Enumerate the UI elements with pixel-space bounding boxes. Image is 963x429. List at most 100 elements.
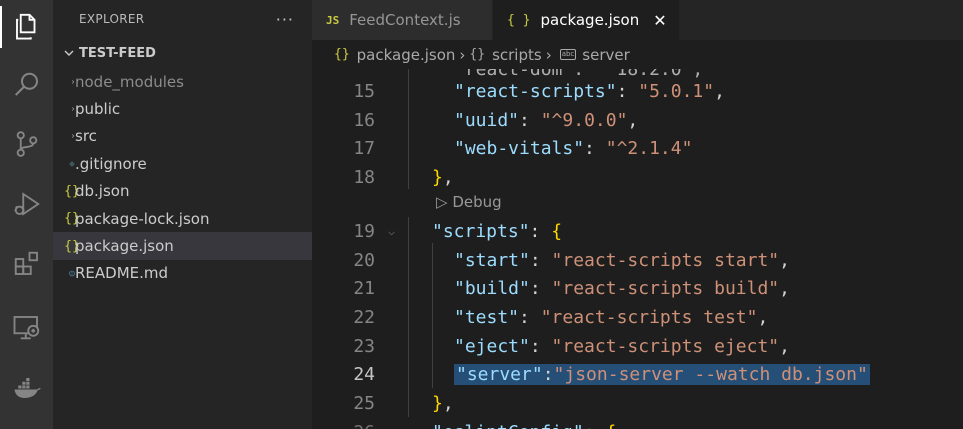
tree-folder-node-modules[interactable]: node_modules	[53, 68, 312, 95]
tree-item-label: package.json	[75, 237, 174, 256]
tree-folder-public[interactable]: public	[53, 95, 312, 122]
json-value: "5.0.1"	[638, 80, 715, 102]
tab-label: package.json	[540, 11, 640, 29]
json-file-icon: { }	[507, 12, 531, 28]
line-number: 16	[353, 109, 375, 131]
line-number: 22	[353, 306, 375, 328]
selected-text: "server":"json-server --watch db.json"	[454, 364, 870, 386]
workspace-root-label: TEST-FEED	[79, 45, 156, 61]
run-debug-icon[interactable]	[0, 180, 53, 228]
json-value: "^9.0.0"	[540, 109, 628, 131]
tree-file-package-lock-json[interactable]: {} package-lock.json	[53, 205, 312, 232]
tree-item-label: db.json	[75, 182, 130, 201]
json-value: "react-scripts start"	[551, 249, 780, 271]
chevron-down-icon	[59, 47, 79, 59]
tree-file-package-json[interactable]: {} package.json	[53, 232, 312, 260]
code-line-18: 18 },	[312, 163, 963, 192]
json-file-icon: {}	[64, 211, 80, 227]
code-line-16: 16 "uuid": "^9.0.0",	[312, 106, 963, 135]
code-line-25: 25 },	[312, 389, 963, 418]
breadcrumb-key[interactable]: server	[582, 46, 629, 64]
codelens-debug[interactable]: ▷ Debug	[312, 189, 963, 215]
code-line-24: 24 "server":"json-server --watch db.json…	[312, 361, 963, 390]
info-icon	[53, 267, 75, 280]
json-value: "react-scripts build"	[551, 278, 780, 300]
json-key: "eject"	[454, 335, 530, 357]
breadcrumb-file[interactable]: package.json	[357, 46, 456, 64]
codelens-label: Debug	[452, 193, 502, 211]
docker-icon[interactable]	[0, 364, 53, 412]
remote-explorer-icon[interactable]	[0, 303, 53, 351]
activity-bar	[0, 0, 53, 429]
search-icon[interactable]	[0, 61, 53, 109]
tree-file-db-json[interactable]: {} db.json	[53, 178, 312, 205]
json-key: "scripts"	[432, 220, 530, 242]
line-number: 23	[353, 335, 375, 357]
workspace-root-folder[interactable]: TEST-FEED	[53, 38, 312, 68]
breadcrumb-section[interactable]: scripts	[492, 46, 542, 64]
tree-file-readme[interactable]: README.md	[53, 260, 312, 287]
line-number: 17	[353, 138, 375, 160]
code-line-clipped-bottom: 26 "eslintConfig": {	[312, 418, 963, 429]
json-value: "react-scripts eject"	[551, 335, 780, 357]
editor-tab-bar: JS FeedContext.js { } package.json ✕	[312, 0, 963, 40]
chevron-right-icon	[53, 76, 75, 88]
explorer-header: EXPLORER ···	[53, 0, 312, 38]
line-number: 15	[353, 80, 375, 102]
explorer-title: EXPLORER	[79, 12, 145, 26]
code-editor[interactable]: "react-dom": "^18.2.0", 15 "react-script…	[312, 69, 963, 429]
line-number-current: 24	[353, 364, 375, 386]
explorer-icon[interactable]	[0, 2, 53, 50]
code-line-15: 15 "react-scripts": "5.0.1",	[312, 77, 963, 106]
tree-item-label: package-lock.json	[75, 209, 210, 228]
extensions-icon[interactable]	[0, 240, 53, 288]
chevron-right-icon	[53, 103, 75, 115]
code-line-21: 21 "build": "react-scripts build",	[312, 274, 963, 303]
object-icon: {}	[469, 47, 486, 62]
code-line-22: 22 "test": "react-scripts test",	[312, 303, 963, 332]
json-key: "uuid"	[454, 109, 520, 131]
json-key: "server"	[456, 364, 543, 386]
tree-item-label: README.md	[75, 264, 169, 283]
json-key: "start"	[454, 249, 530, 271]
breadcrumb: {} package.json › {} scripts › abc serve…	[312, 40, 963, 69]
json-key: "react-scripts"	[454, 80, 617, 102]
closing-brace: }	[432, 166, 443, 188]
tab-package-json[interactable]: { } package.json ✕	[493, 0, 680, 40]
code-line-19: 19 ⌵ "scripts": {	[312, 217, 963, 246]
opening-brace: {	[551, 220, 563, 242]
javascript-file-icon: JS	[326, 13, 340, 27]
json-value: "^2.1.4"	[605, 138, 693, 160]
json-key: "build"	[454, 278, 530, 300]
tab-label: FeedContext.js	[349, 11, 461, 29]
code-line-17: 17 "web-vitals": "^2.1.4"	[312, 134, 963, 163]
explorer-sidebar: EXPLORER ··· TEST-FEED node_modules publ…	[53, 0, 312, 429]
line-number: 21	[353, 278, 375, 300]
tree-folder-src[interactable]: src	[53, 123, 312, 150]
tree-file-gitignore[interactable]: .gitignore	[53, 150, 312, 177]
tree-item-label: .gitignore	[75, 154, 147, 173]
json-key: "test"	[454, 306, 520, 328]
line-number: 18	[353, 166, 375, 188]
json-file-icon: {}	[64, 183, 80, 199]
play-icon: ▷	[436, 193, 453, 211]
line-number: 19	[353, 220, 375, 242]
chevron-right-icon: ›	[459, 45, 466, 64]
closing-brace: }	[432, 393, 443, 415]
source-control-icon[interactable]	[0, 120, 53, 168]
json-file-icon: {}	[334, 47, 350, 62]
active-indicator	[0, 6, 2, 48]
chevron-right-icon: ›	[545, 45, 552, 64]
line-number: 20	[353, 249, 375, 271]
tree-item-label: node_modules	[75, 72, 184, 91]
string-icon: abc	[559, 49, 577, 60]
chevron-right-icon	[53, 130, 75, 142]
tab-feedcontext-js[interactable]: JS FeedContext.js	[312, 0, 493, 40]
code-line-20: 20 "start": "react-scripts start",	[312, 246, 963, 275]
code-line-23: 23 "eject": "react-scripts eject",	[312, 332, 963, 361]
json-file-icon: {}	[64, 238, 80, 254]
more-actions-icon[interactable]: ···	[276, 10, 294, 29]
fold-chevron-icon[interactable]: ⌵	[388, 224, 395, 238]
close-icon[interactable]: ✕	[653, 11, 666, 30]
json-value: "json-server --watch db.json"	[553, 364, 868, 386]
